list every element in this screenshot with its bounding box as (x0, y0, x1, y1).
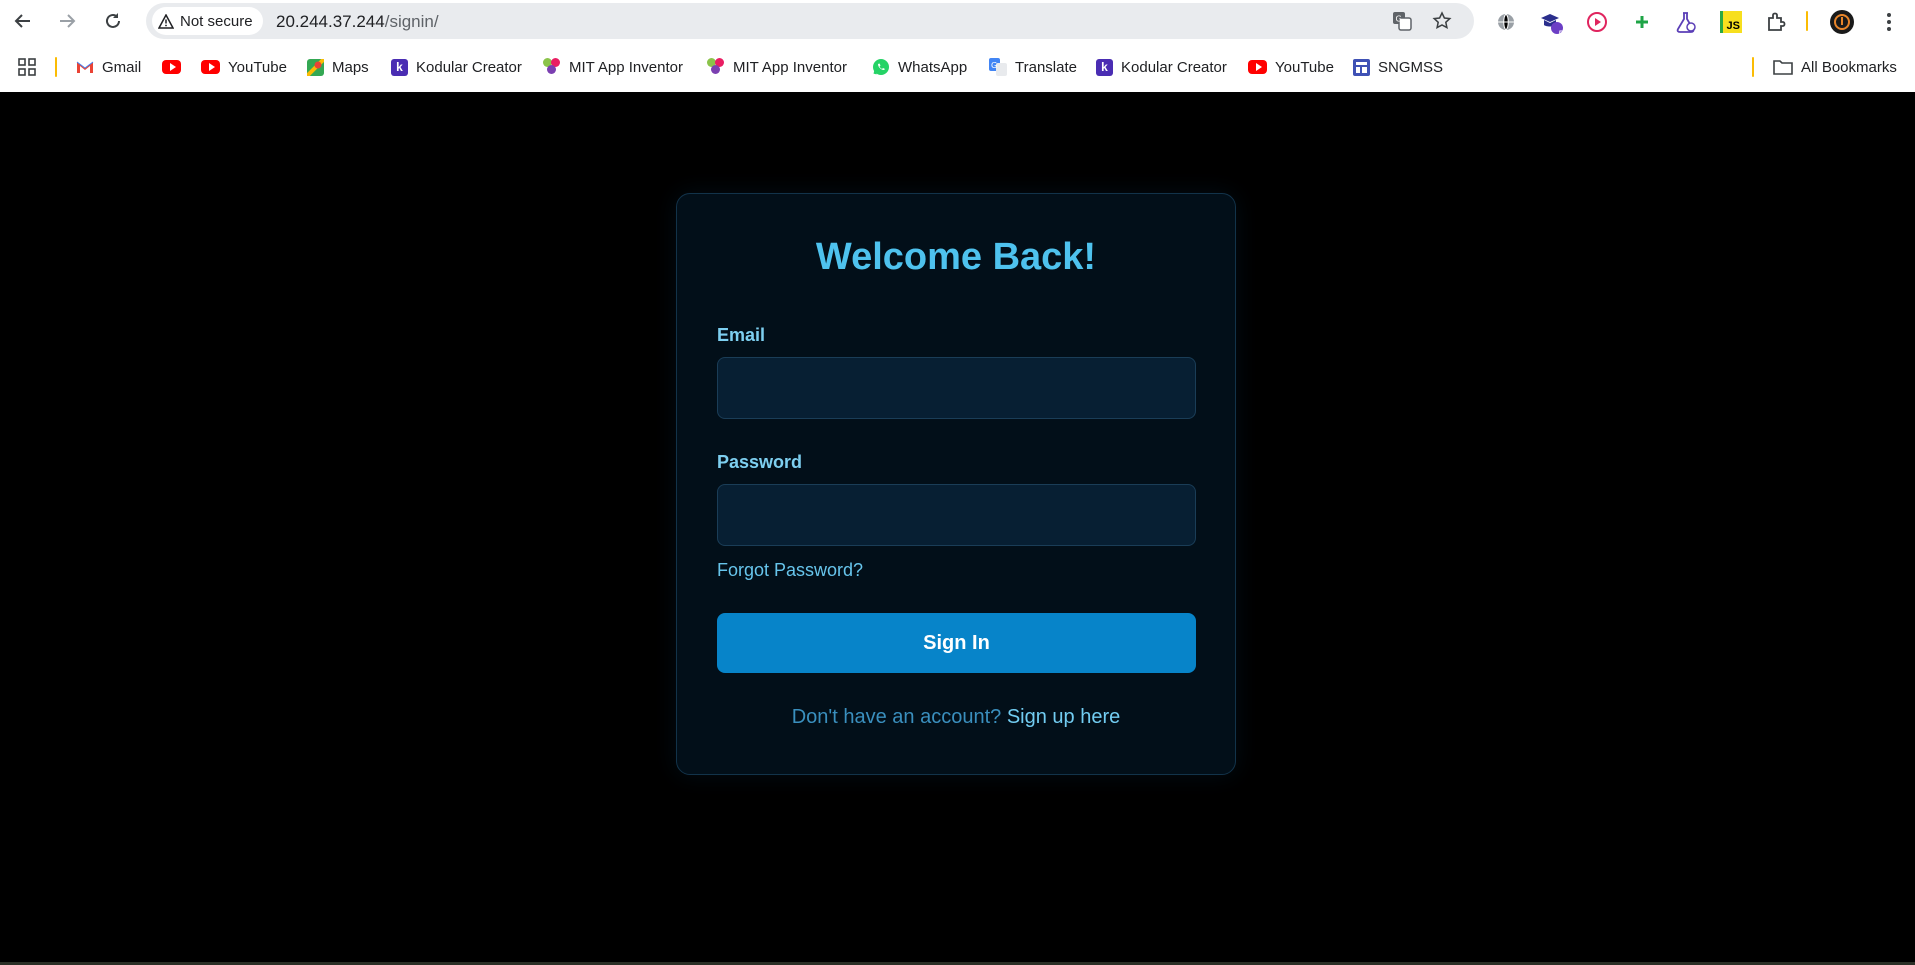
gmail-icon (76, 61, 94, 73)
email-field[interactable] (717, 357, 1196, 419)
signup-link[interactable]: Sign up here (1007, 706, 1120, 728)
apps-button[interactable] (18, 54, 36, 80)
security-label: Not secure (180, 12, 253, 30)
youtube-icon (1248, 60, 1267, 74)
svg-text:G: G (991, 61, 997, 70)
menu-kebab-icon[interactable] (1876, 9, 1902, 35)
bookmark-mit-app-inventor-2[interactable]: MIT App Inventor (707, 54, 847, 80)
mit-app-inventor-icon (707, 58, 725, 76)
back-arrow-icon (14, 14, 30, 28)
bookmark-star-icon[interactable] (1431, 10, 1453, 32)
url-host: 20.244.37.244 (276, 12, 385, 31)
youtube-icon (201, 60, 220, 74)
mit-app-inventor-icon (543, 58, 561, 76)
flask-extension-icon[interactable] (1673, 9, 1699, 35)
kodular-icon: k (391, 58, 408, 76)
plus-extension-icon[interactable] (1629, 9, 1655, 35)
bookmark-gmail[interactable]: Gmail (76, 54, 141, 80)
extensions-puzzle-icon[interactable] (1764, 9, 1790, 35)
browser-toolbar: Not secure 20.244.37.244/signin/ G 5 JS (0, 0, 1915, 42)
signin-card: Welcome Back! Email Password Forgot Pass… (676, 193, 1236, 775)
bookmark-kodular-creator[interactable]: k Kodular Creator (391, 54, 522, 80)
reload-icon (106, 13, 120, 28)
play-extension-icon[interactable] (1584, 9, 1610, 35)
youtube-icon (162, 60, 181, 74)
back-button[interactable] (8, 6, 38, 36)
forward-button[interactable] (52, 6, 82, 36)
signup-row: Don't have an account? Sign up here (677, 706, 1235, 729)
apps-grid-icon (18, 58, 36, 76)
graduation-cap-extension-icon[interactable]: 5 (1538, 9, 1565, 41)
password-label: Password (717, 452, 803, 472)
bookmark-youtube[interactable]: YouTube (201, 54, 287, 80)
email-label: Email (717, 325, 766, 345)
extension-badge: 5 (1558, 29, 1565, 41)
forgot-password-link[interactable]: Forgot Password? (717, 560, 863, 581)
sign-in-button[interactable]: Sign In (717, 613, 1196, 673)
js-extension-icon[interactable]: JS (1718, 9, 1744, 35)
browser-chrome: Not secure 20.244.37.244/signin/ G 5 JS … (0, 0, 1915, 92)
address-bar[interactable]: Not secure 20.244.37.244/signin/ G (146, 3, 1474, 39)
bookmarks-separator (1752, 57, 1754, 77)
bookmark-sngmss[interactable]: SNGMSS (1353, 54, 1443, 80)
url-path: /signin/ (384, 12, 439, 31)
reload-button[interactable] (98, 6, 128, 36)
all-bookmarks-button[interactable]: All Bookmarks (1773, 54, 1897, 80)
globe-extension-icon[interactable] (1493, 9, 1519, 35)
svg-text:G: G (1396, 15, 1402, 24)
kodular-icon: k (1096, 58, 1113, 76)
sngmss-icon (1353, 58, 1370, 76)
bookmark-translate[interactable]: G Translate (989, 54, 1077, 80)
bookmark-maps[interactable]: Maps (307, 54, 369, 80)
whatsapp-icon (873, 59, 889, 75)
bookmarks-separator (55, 57, 57, 77)
password-field[interactable] (717, 484, 1196, 546)
warning-icon (158, 13, 174, 29)
signup-prompt: Don't have an account? (791, 706, 1002, 728)
bookmark-mit-app-inventor-1[interactable]: MIT App Inventor (543, 54, 683, 80)
translate-page-icon[interactable]: G (1391, 10, 1413, 32)
security-chip[interactable]: Not secure (152, 7, 263, 35)
profile-avatar-icon[interactable] (1829, 9, 1855, 35)
bookmark-youtube-icon-only[interactable] (162, 54, 181, 80)
bookmark-whatsapp[interactable]: WhatsApp (872, 54, 967, 80)
bookmark-kodular-creator-2[interactable]: k Kodular Creator (1096, 54, 1227, 80)
folder-icon (1773, 60, 1793, 75)
url-text[interactable]: 20.244.37.244/signin/ (276, 12, 439, 32)
forward-arrow-icon (60, 14, 76, 28)
maps-icon (307, 58, 324, 76)
page-body: Welcome Back! Email Password Forgot Pass… (0, 92, 1915, 965)
translate-icon: G (989, 58, 1007, 76)
bookmarks-bar: Gmail YouTube Maps k Kodular Creator MIT… (0, 50, 1915, 84)
page-title: Welcome Back! (815, 236, 1097, 278)
bookmark-youtube-2[interactable]: YouTube (1248, 54, 1334, 80)
toolbar-separator (1806, 11, 1808, 31)
